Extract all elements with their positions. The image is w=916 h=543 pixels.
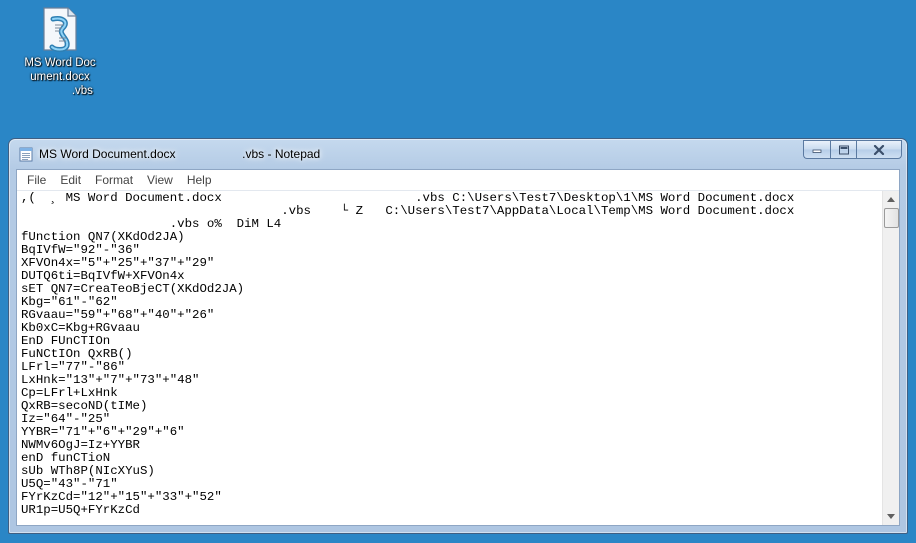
editor-line: sUb WTh8P(NIcXYuS): [21, 464, 155, 478]
editor-line: QxRB=secoND(tIMe): [21, 399, 148, 413]
maximize-button[interactable]: [830, 140, 856, 159]
scroll-down-arrow-icon: [887, 514, 895, 519]
scrollbar-thumb[interactable]: [884, 208, 899, 228]
editor-line: LxHnk="13"+"7"+"73"+"48": [21, 373, 200, 387]
menu-view[interactable]: View: [140, 171, 180, 189]
editor-line: NWMv6OgJ=Iz+YYBR: [21, 438, 140, 452]
desktop-file-icon[interactable]: MS Word Document.docx .vbs: [24, 6, 96, 98]
notepad-icon[interactable]: [18, 146, 34, 162]
notepad-window: MS Word Document.docx .vbs - Notepad Fil…: [8, 138, 908, 534]
scroll-up-arrow-icon: [887, 197, 895, 202]
editor-line: FuNCtIOn QxRB(): [21, 347, 133, 361]
title-bar[interactable]: MS Word Document.docx .vbs - Notepad: [9, 139, 907, 169]
editor-line: UR1p=U5Q+FYrKzCd: [21, 503, 140, 517]
close-button[interactable]: [856, 140, 902, 159]
editor-line: RGvaau="59"+"68"+"40"+"26": [21, 308, 215, 322]
window-controls: [803, 140, 902, 160]
maximize-icon: [838, 145, 849, 154]
vertical-scrollbar[interactable]: [882, 191, 899, 525]
scroll-down-button[interactable]: [883, 508, 899, 525]
minimize-icon: [812, 149, 822, 153]
desktop-file-label: MS Word Document.docx .vbs: [24, 57, 96, 97]
menu-format[interactable]: Format: [88, 171, 140, 189]
menu-bar: File Edit Format View Help: [17, 170, 899, 191]
editor-line: Kb0xC=Kbg+RGvaau: [21, 321, 140, 335]
editor-content: ,( ¸ MS Word Document.docx .vbs C:\Users…: [17, 191, 882, 517]
menu-file[interactable]: File: [20, 171, 53, 189]
vbs-script-file-icon: [40, 6, 80, 52]
close-icon: [873, 144, 885, 155]
editor-line: YYBR="71"+"6"+"29"+"6": [21, 425, 185, 439]
minimize-button[interactable]: [803, 140, 830, 159]
editor-line: sET QN7=CreaTeoBjeCT(XKdOd2JA): [21, 282, 245, 296]
text-editor[interactable]: ,( ¸ MS Word Document.docx .vbs C:\Users…: [17, 191, 882, 525]
menu-help[interactable]: Help: [180, 171, 219, 189]
editor-line: fUnction QN7(XKdOd2JA): [21, 230, 185, 244]
editor-line: EnD FUnCTIOn: [21, 334, 111, 348]
menu-edit[interactable]: Edit: [53, 171, 88, 189]
notepad-client-area: File Edit Format View Help ,( ¸ MS Word …: [16, 169, 900, 526]
editor-line: FYrKzCd="12"+"15"+"33"+"52": [21, 490, 222, 504]
editor-line: Cp=LFrl+LxHnk: [21, 386, 118, 400]
scroll-up-button[interactable]: [883, 191, 899, 208]
window-title: MS Word Document.docx .vbs - Notepad: [39, 147, 321, 161]
